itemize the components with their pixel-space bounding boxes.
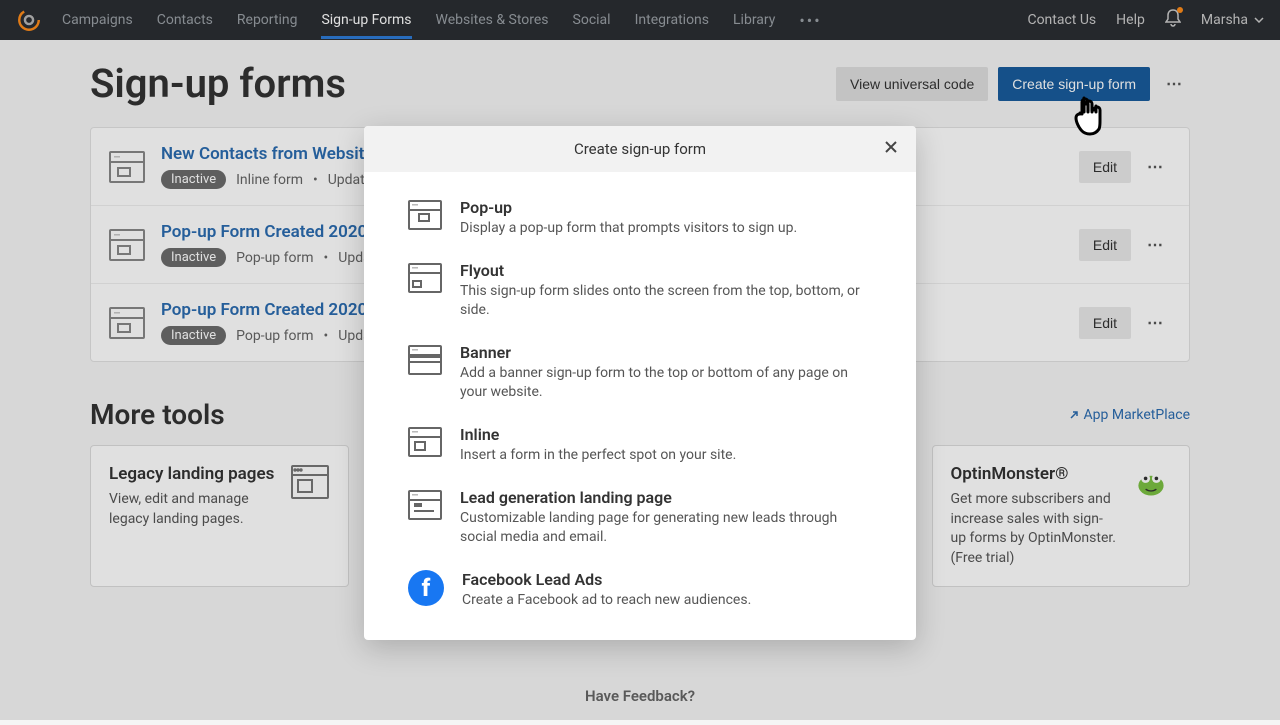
facebook-icon: f [408, 570, 444, 606]
option-banner[interactable]: ••• Banner Add a banner sign-up form to … [408, 343, 872, 403]
option-title: Lead generation landing page [460, 488, 872, 507]
option-title: Facebook Lead Ads [462, 570, 872, 589]
close-icon[interactable] [882, 138, 900, 160]
option-title: Inline [460, 425, 872, 444]
popup-form-icon: ••• [408, 200, 442, 230]
option-desc: This sign-up form slides onto the screen… [460, 282, 872, 321]
option-desc: Create a Facebook ad to reach new audien… [462, 591, 872, 611]
inline-form-icon: ••• [408, 427, 442, 457]
flyout-form-icon: ••• [408, 263, 442, 293]
modal-title: Create sign-up form [574, 140, 706, 158]
option-lead-gen-landing[interactable]: ••• Lead generation landing page Customi… [408, 488, 872, 548]
option-flyout[interactable]: ••• Flyout This sign-up form slides onto… [408, 261, 872, 321]
banner-form-icon: ••• [408, 345, 442, 375]
option-title: Pop-up [460, 198, 872, 217]
option-inline[interactable]: ••• Inline Insert a form in the perfect … [408, 425, 872, 466]
option-desc: Add a banner sign-up form to the top or … [460, 364, 872, 403]
option-popup[interactable]: ••• Pop-up Display a pop-up form that pr… [408, 198, 872, 239]
option-title: Flyout [460, 261, 872, 280]
landing-page-form-icon: ••• [408, 490, 442, 520]
option-facebook-lead-ads[interactable]: f Facebook Lead Ads Create a Facebook ad… [408, 570, 872, 611]
create-form-modal: Create sign-up form ••• Pop-up Display a… [364, 126, 916, 640]
option-desc: Insert a form in the perfect spot on you… [460, 446, 872, 466]
option-desc: Display a pop-up form that prompts visit… [460, 219, 872, 239]
modal-overlay[interactable]: Create sign-up form ••• Pop-up Display a… [0, 0, 1280, 720]
option-desc: Customizable landing page for generating… [460, 509, 872, 548]
option-title: Banner [460, 343, 872, 362]
